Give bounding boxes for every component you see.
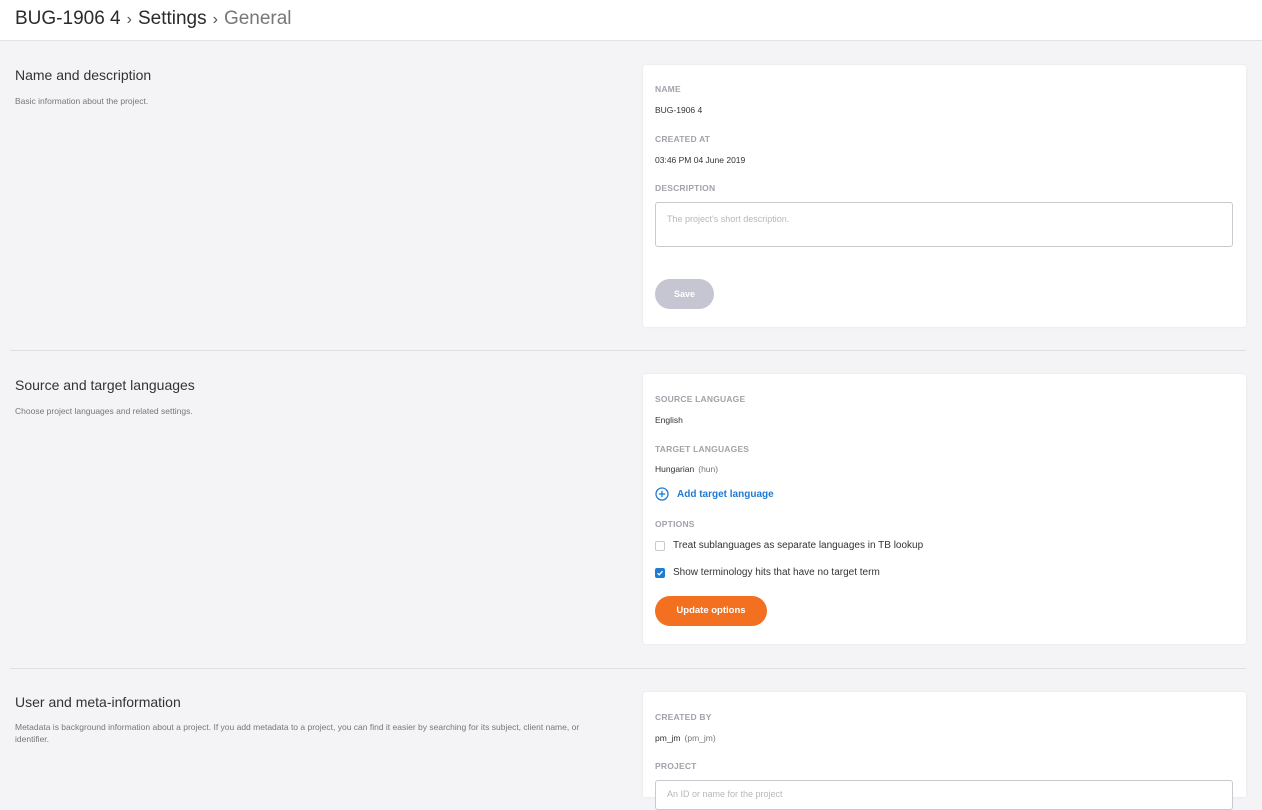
- section-divider: [10, 668, 1246, 669]
- check-icon: [657, 570, 663, 576]
- plus-circle-icon: [655, 487, 669, 501]
- source-language-label: SOURCE LANGUAGE: [655, 394, 746, 404]
- breadcrumb-separator: ›: [126, 11, 132, 28]
- name-description-card: NAME BUG-1906 4 CREATED AT 03:46 PM 04 J…: [643, 65, 1246, 327]
- option-sublanguages-label: Treat sublanguages as separate languages…: [673, 540, 924, 551]
- option-terminology-hits-label: Show terminology hits that have no targe…: [673, 567, 880, 578]
- target-language-item: Hungarian (hun): [655, 464, 718, 474]
- section-title-languages: Source and target languages: [15, 377, 195, 393]
- breadcrumb-current: General: [223, 8, 292, 29]
- name-label: NAME: [655, 84, 681, 94]
- target-languages-label: TARGET LANGUAGES: [655, 444, 750, 454]
- page-header: BUG-1906 4 › Settings › General: [0, 0, 1262, 41]
- created-by-value: pm_jm (pm_jm): [655, 733, 716, 743]
- section-description-user-meta: Metadata is background information about…: [15, 722, 580, 744]
- project-label: PROJECT: [655, 761, 697, 771]
- add-target-language-label: Add target language: [677, 488, 774, 500]
- created-by-name: pm_jm: [655, 733, 681, 743]
- options-label: OPTIONS: [655, 519, 695, 529]
- option-sublanguages[interactable]: Treat sublanguages as separate languages…: [655, 540, 923, 551]
- target-language-name: Hungarian: [655, 464, 695, 474]
- user-meta-card: CREATED BY pm_jm (pm_jm) PROJECT An ID or…: [643, 692, 1246, 810]
- created-at-value: 03:46 PM 04 June 2019: [655, 155, 746, 165]
- description-placeholder: The project's short description.: [667, 214, 790, 224]
- breadcrumb-settings[interactable]: Settings: [138, 8, 207, 29]
- section-divider: [10, 350, 1246, 351]
- created-by-username: (pm_jm): [684, 733, 716, 743]
- target-language-code: (hun): [698, 464, 719, 474]
- created-at-label: CREATED AT: [655, 134, 711, 144]
- add-target-language-button[interactable]: Add target language: [655, 486, 774, 502]
- breadcrumb-separator: ›: [212, 11, 218, 28]
- breadcrumb: BUG-1906 4 › Settings › General: [15, 8, 292, 30]
- section-description-name-description: Basic information about the project.: [15, 96, 149, 106]
- update-options-button[interactable]: Update options: [655, 596, 767, 626]
- section-description-languages: Choose project languages and related set…: [15, 406, 193, 416]
- section-title-user-meta: User and meta-information: [15, 694, 181, 710]
- section-title-name-description: Name and description: [15, 67, 152, 83]
- description-textarea[interactable]: The project's short description.: [655, 202, 1233, 247]
- project-input[interactable]: An ID or name for the project: [655, 780, 1233, 810]
- breadcrumb-project[interactable]: BUG-1906 4: [15, 8, 121, 29]
- save-button[interactable]: Save: [655, 279, 714, 309]
- description-label: DESCRIPTION: [655, 183, 716, 193]
- source-language-value: English: [655, 415, 683, 425]
- created-by-label: CREATED BY: [655, 712, 712, 722]
- project-placeholder: An ID or name for the project: [667, 789, 783, 799]
- checkbox-checked[interactable]: [655, 567, 665, 578]
- languages-card: SOURCE LANGUAGE English TARGET LANGUAGES…: [643, 374, 1246, 644]
- checkbox[interactable]: [655, 540, 665, 551]
- option-terminology-hits[interactable]: Show terminology hits that have no targe…: [655, 567, 880, 578]
- name-value: BUG-1906 4: [655, 105, 703, 115]
